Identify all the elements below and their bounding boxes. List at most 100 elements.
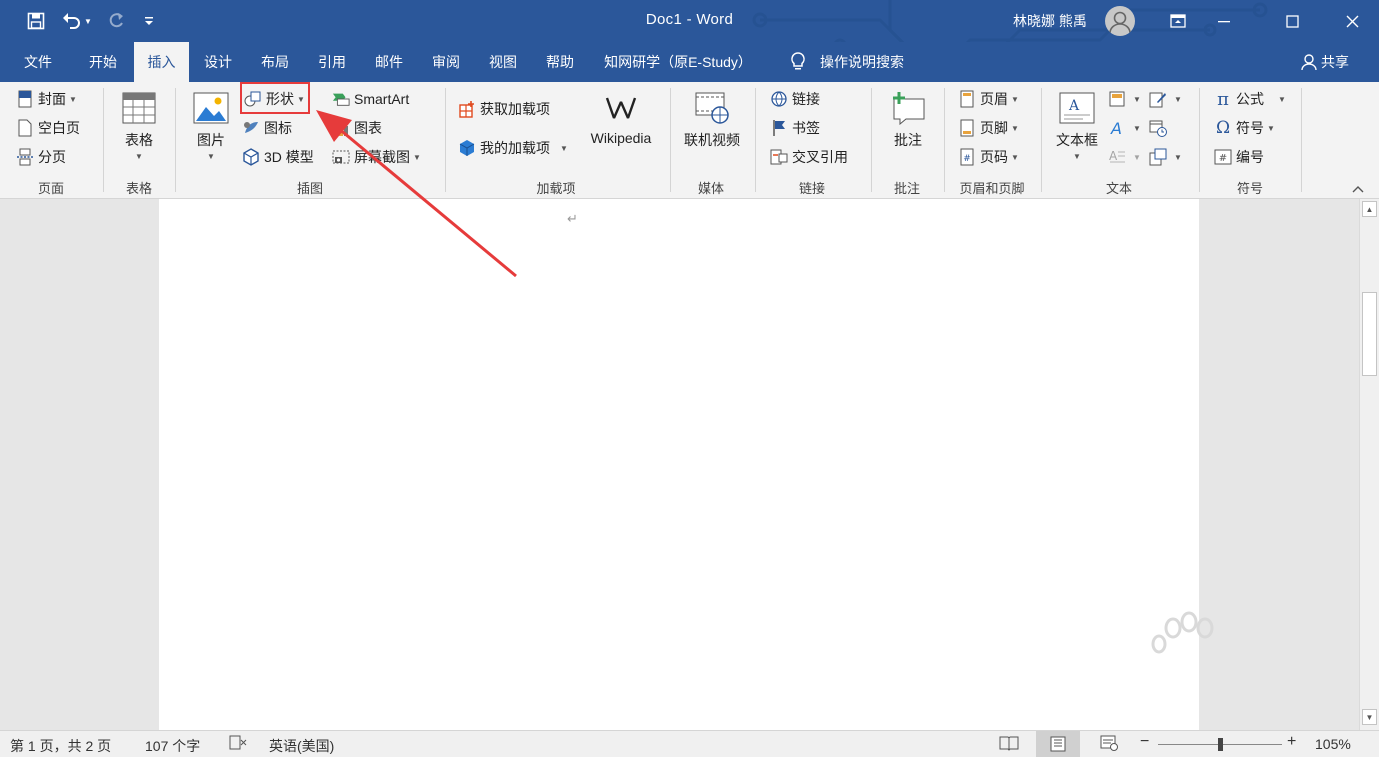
zoom-slider[interactable] bbox=[1158, 738, 1282, 751]
quick-parts-button[interactable]: ▼ bbox=[1108, 87, 1141, 111]
cross-reference-icon bbox=[770, 149, 788, 165]
web-layout-button[interactable] bbox=[1100, 735, 1118, 754]
document-area: ↵ bbox=[0, 199, 1359, 730]
person-icon bbox=[1301, 54, 1317, 71]
equation-label: 公式 bbox=[1236, 91, 1264, 107]
tab-view[interactable]: 视图 bbox=[477, 42, 529, 82]
language-indicator[interactable]: 英语(美国) bbox=[269, 736, 334, 756]
date-time-button[interactable] bbox=[1149, 116, 1171, 140]
tell-me-label: 操作说明搜索 bbox=[820, 54, 904, 70]
wordart-button[interactable]: A ▼ bbox=[1108, 116, 1141, 140]
blank-page-icon bbox=[18, 119, 32, 137]
collapse-ribbon-button[interactable] bbox=[1350, 182, 1366, 196]
read-mode-icon bbox=[999, 736, 1019, 751]
dropdown-arrow-icon: ▼ bbox=[1133, 123, 1141, 133]
avatar[interactable] bbox=[1105, 6, 1135, 36]
page-number-button[interactable]: # 页码 ▼ bbox=[958, 145, 1019, 169]
read-mode-button[interactable] bbox=[999, 735, 1019, 754]
dropdown-arrow-icon: ▼ bbox=[1174, 152, 1182, 162]
page-break-button[interactable]: 分页 bbox=[16, 145, 66, 169]
link-button[interactable]: 链接 bbox=[770, 87, 820, 111]
share-button[interactable]: 共享 bbox=[1292, 42, 1358, 82]
word-count[interactable]: 107 个字 bbox=[145, 736, 200, 756]
group-label-links: 链接 bbox=[798, 181, 825, 196]
tab-estudy[interactable]: 知网研学（原E-Study） bbox=[596, 42, 760, 82]
zoom-in-button[interactable]: + bbox=[1287, 733, 1296, 751]
dropdown-arrow-icon: ▼ bbox=[1011, 94, 1019, 104]
tab-references[interactable]: 引用 bbox=[306, 42, 358, 82]
symbol-label: 符号 bbox=[1236, 120, 1264, 136]
group-divider bbox=[103, 88, 104, 192]
wikipedia-button[interactable]: Wikipedia bbox=[582, 90, 660, 146]
close-icon bbox=[1346, 15, 1358, 27]
tab-mailings[interactable]: 邮件 bbox=[363, 42, 415, 82]
tell-me-search[interactable]: 操作说明搜索 bbox=[790, 42, 930, 82]
signature-line-button[interactable]: ▼ bbox=[1149, 87, 1182, 111]
close-button[interactable] bbox=[1329, 0, 1375, 42]
zoom-level[interactable]: 105% bbox=[1315, 736, 1351, 752]
zoom-slider-thumb[interactable] bbox=[1218, 738, 1223, 751]
svg-text:#: # bbox=[1219, 153, 1227, 164]
status-bar: 第 1 页，共 2 页 107 个字 英语(美国) − + 105% bbox=[0, 730, 1379, 757]
footer-button[interactable]: 页脚 ▼ bbox=[958, 116, 1019, 140]
scroll-up-icon[interactable]: ▲ bbox=[1362, 201, 1377, 217]
user-name[interactable]: 林晓娜 熊禹 bbox=[1013, 11, 1087, 31]
web-layout-icon bbox=[1100, 735, 1118, 751]
icons-button[interactable]: 图标 bbox=[242, 116, 292, 140]
text-box-button[interactable]: A 文本框 ▼ bbox=[1052, 90, 1102, 161]
print-layout-button[interactable] bbox=[1036, 731, 1080, 757]
cross-reference-button[interactable]: 交叉引用 bbox=[770, 145, 848, 169]
number-icon: # bbox=[1214, 149, 1232, 165]
dropdown-arrow-icon: ▼ bbox=[1011, 123, 1019, 133]
symbol-button[interactable]: Ω 符号 ▼ bbox=[1214, 116, 1275, 140]
tab-review[interactable]: 审阅 bbox=[420, 42, 472, 82]
vertical-scrollbar[interactable]: ▲ ▼ bbox=[1359, 199, 1379, 730]
pictures-button[interactable]: 图片 ▼ bbox=[189, 90, 233, 161]
group-label-symbols: 符号 bbox=[1236, 181, 1263, 196]
group-label-pages: 页面 bbox=[37, 181, 64, 196]
comment-icon bbox=[893, 92, 925, 125]
new-comment-button[interactable]: 批注 bbox=[882, 90, 934, 150]
footer-icon bbox=[960, 119, 974, 137]
bookmark-button[interactable]: 书签 bbox=[770, 116, 820, 140]
text-box-label: 文本框 bbox=[1056, 132, 1098, 148]
header-button[interactable]: 页眉 ▼ bbox=[958, 87, 1019, 111]
scroll-down-icon[interactable]: ▼ bbox=[1362, 709, 1377, 725]
tab-insert[interactable]: 插入 bbox=[134, 42, 189, 82]
group-label-text: 文本 bbox=[1105, 181, 1132, 196]
drop-cap-button[interactable]: A ▼ bbox=[1108, 145, 1141, 169]
link-icon bbox=[771, 91, 787, 107]
table-button[interactable]: 表格 ▼ bbox=[113, 90, 165, 161]
ribbon-display-options-button[interactable] bbox=[1155, 0, 1201, 42]
header-icon bbox=[960, 90, 974, 108]
blank-page-button[interactable]: 空白页 bbox=[16, 116, 80, 140]
number-button[interactable]: # 编号 bbox=[1214, 145, 1264, 169]
equation-button[interactable]: π 公式 ▼ bbox=[1214, 87, 1286, 111]
wordart-icon: A bbox=[1110, 119, 1122, 137]
chevron-up-icon bbox=[1352, 186, 1364, 193]
tab-home[interactable]: 开始 bbox=[75, 42, 131, 82]
cover-page-button[interactable]: 封面 ▼ bbox=[16, 87, 77, 111]
share-label: 共享 bbox=[1321, 54, 1349, 70]
tab-layout[interactable]: 布局 bbox=[249, 42, 301, 82]
zoom-out-button[interactable]: − bbox=[1140, 733, 1149, 751]
scroll-thumb[interactable] bbox=[1362, 292, 1377, 376]
group-divider bbox=[175, 88, 176, 192]
page-count[interactable]: 第 1 页，共 2 页 bbox=[10, 736, 111, 756]
tab-design[interactable]: 设计 bbox=[192, 42, 244, 82]
number-label: 编号 bbox=[1236, 149, 1264, 165]
proofing-status[interactable] bbox=[229, 735, 247, 754]
page-number-icon: # bbox=[960, 148, 974, 166]
group-divider bbox=[871, 88, 872, 192]
group-label-header-footer: 页眉和页脚 bbox=[959, 181, 1025, 196]
footer-label: 页脚 bbox=[980, 120, 1008, 136]
tab-file[interactable]: 文件 bbox=[8, 42, 68, 82]
proofing-icon bbox=[229, 735, 247, 750]
maximize-button[interactable] bbox=[1269, 0, 1315, 42]
drop-cap-icon: A bbox=[1109, 149, 1125, 163]
tab-help[interactable]: 帮助 bbox=[534, 42, 586, 82]
object-button[interactable]: ▼ bbox=[1149, 145, 1182, 169]
icons-label: 图标 bbox=[264, 120, 292, 136]
minimize-button[interactable] bbox=[1201, 0, 1247, 42]
online-video-button[interactable]: 联机视频 bbox=[679, 90, 745, 150]
